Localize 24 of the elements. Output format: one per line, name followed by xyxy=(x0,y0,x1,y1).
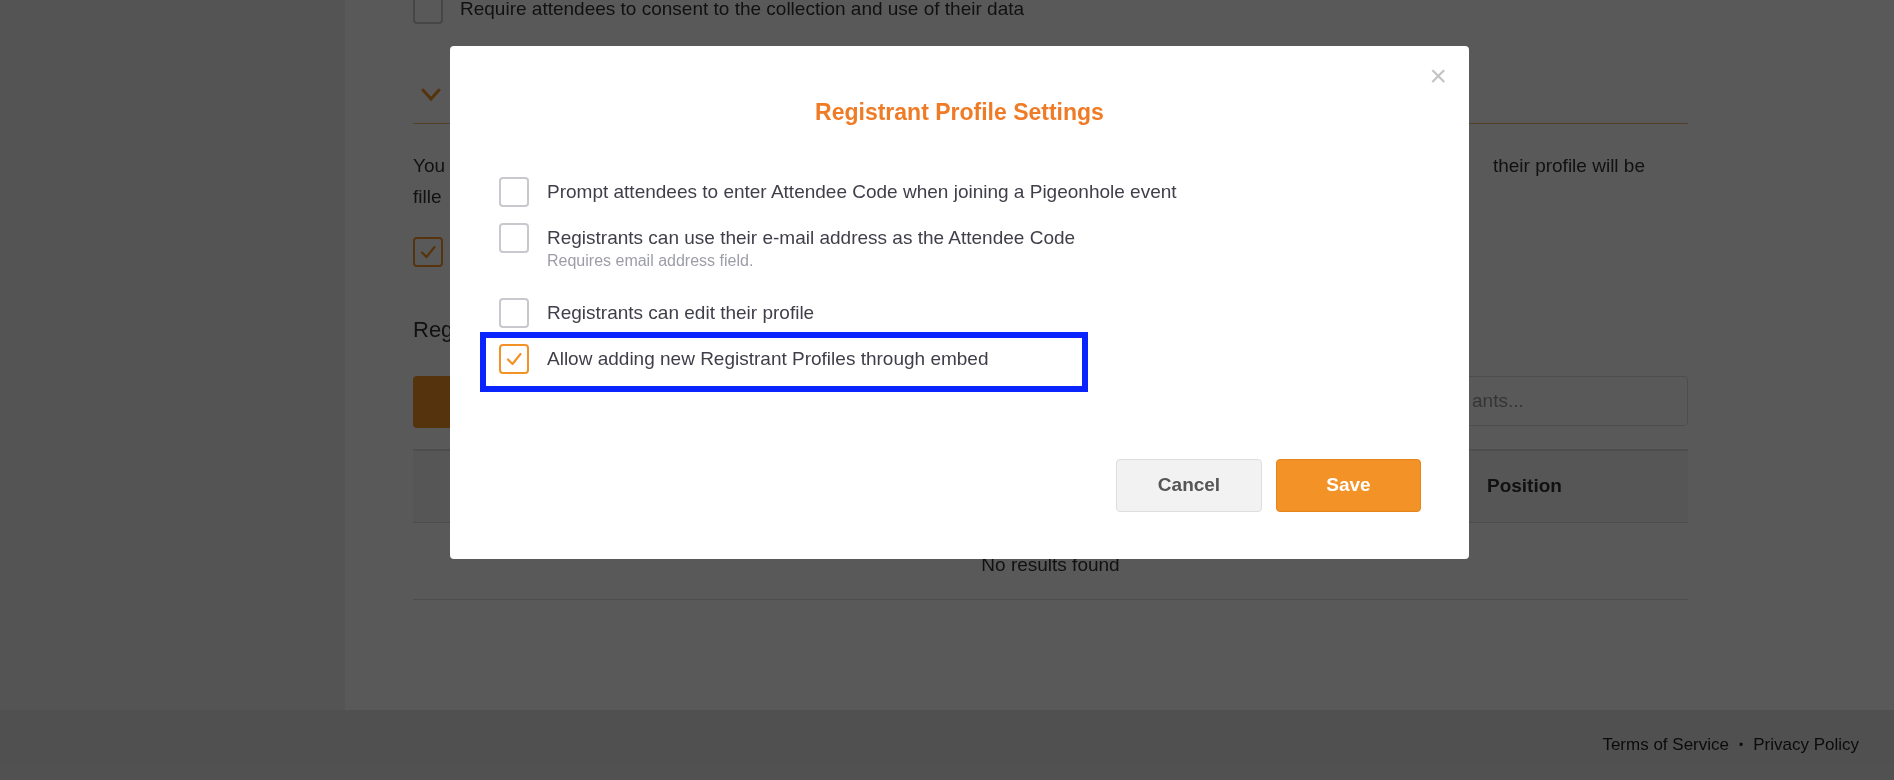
chevron-down-icon[interactable] xyxy=(421,88,441,102)
checkbox[interactable] xyxy=(499,344,529,374)
description-text: You xyxy=(413,154,446,179)
separator-dot: • xyxy=(1739,737,1744,754)
save-button[interactable]: Save xyxy=(1276,459,1421,512)
footer-link[interactable]: Privacy Policy xyxy=(1753,732,1859,758)
description-text: their profile will be xyxy=(1492,154,1645,179)
option-label: Allow adding new Registrant Profiles through embed xyxy=(547,347,989,371)
dialog-title: Registrant Profile Settings xyxy=(815,98,1104,126)
hint-text: Requires email address field. xyxy=(547,253,755,269)
empty-message: No results found xyxy=(981,552,1120,577)
checkbox[interactable] xyxy=(499,223,529,253)
option-label: Require attendees to consent to the collection and use of their data xyxy=(460,0,1025,21)
checkbox[interactable] xyxy=(499,298,529,328)
checkbox[interactable] xyxy=(413,237,443,267)
option-label: Registrants can edit their profile xyxy=(547,301,815,325)
description-text: fille xyxy=(413,185,442,210)
close-button[interactable]: × xyxy=(1429,58,1447,94)
checkbox[interactable] xyxy=(499,177,529,207)
footer-link[interactable]: Terms of Service xyxy=(1602,732,1729,758)
option-label: Registrants can use their e-mail address as the Attendee Code xyxy=(547,226,1076,250)
column-header: Position xyxy=(1487,474,1563,499)
cancel-button[interactable]: Cancel xyxy=(1116,459,1262,512)
option-label: Prompt attendees to enter Attendee Code when joining a Pigeonhole event xyxy=(547,180,1177,204)
